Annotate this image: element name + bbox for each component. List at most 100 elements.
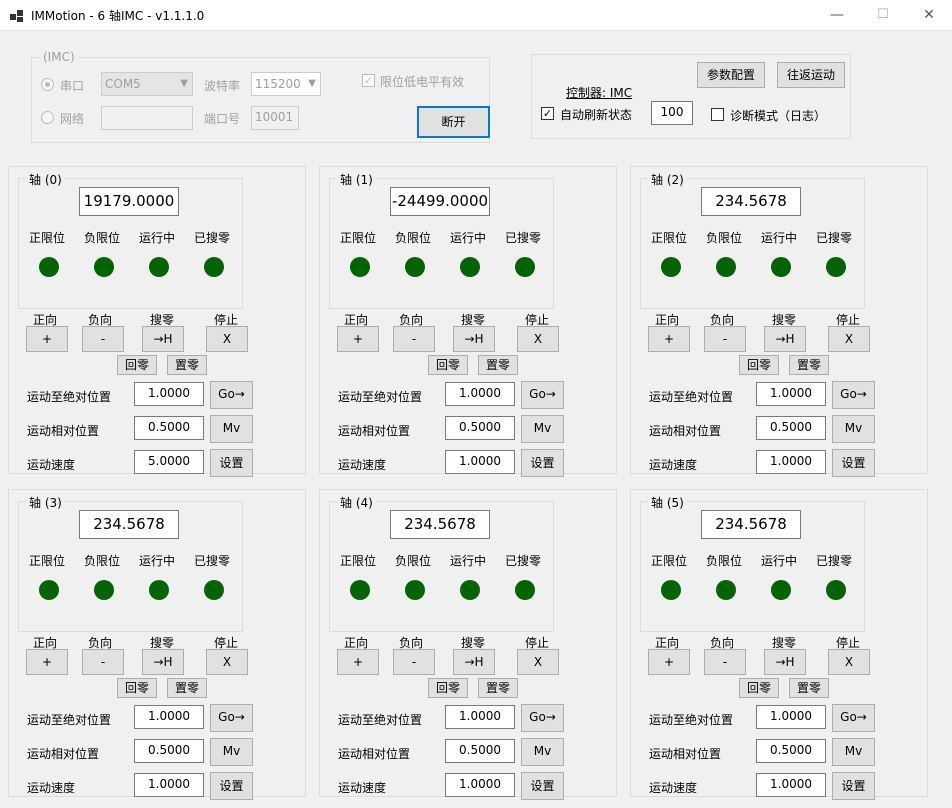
pos-limit-indicator <box>39 580 59 600</box>
move-relative-button[interactable]: Mv <box>521 415 564 443</box>
search-zero-button[interactable]: →H <box>142 649 184 675</box>
go-button[interactable]: Go→ <box>210 704 253 732</box>
baud-select[interactable]: 115200 ▼ <box>251 72 321 96</box>
minimize-button[interactable]: — <box>814 0 860 31</box>
axis-position: 234.5678 <box>79 510 179 539</box>
search-zero-button[interactable]: →H <box>764 649 806 675</box>
set-zero-button[interactable]: 置零 <box>478 678 518 698</box>
search-zero-button[interactable]: →H <box>453 326 495 352</box>
abs-move-label: 运动至绝对位置 <box>649 390 734 404</box>
return-zero-button[interactable]: 回零 <box>739 678 779 698</box>
set-zero-button[interactable]: 置零 <box>789 678 829 698</box>
axis-name: 轴 (3) <box>26 494 65 511</box>
network-radio[interactable] <box>41 111 54 124</box>
neg-limit-indicator <box>716 580 736 600</box>
return-zero-button[interactable]: 回零 <box>117 355 157 375</box>
rel-position-input[interactable]: 0.5000 <box>756 416 826 440</box>
abs-position-input[interactable]: 1.0000 <box>756 705 826 729</box>
jog-forward-button[interactable]: + <box>26 326 68 352</box>
return-zero-button[interactable]: 回零 <box>428 678 468 698</box>
speed-input[interactable]: 1.0000 <box>134 773 204 797</box>
rel-position-input[interactable]: 0.5000 <box>756 739 826 763</box>
jog-backward-button[interactable]: - <box>704 649 746 675</box>
auto-refresh-checkbox[interactable]: ✓ <box>541 107 554 120</box>
set-speed-button[interactable]: 设置 <box>832 449 875 477</box>
stop-button[interactable]: X <box>828 649 870 675</box>
close-button[interactable]: ✕ <box>906 0 952 31</box>
set-speed-button[interactable]: 设置 <box>521 449 564 477</box>
speed-input[interactable]: 1.0000 <box>756 773 826 797</box>
go-button[interactable]: Go→ <box>521 381 564 409</box>
jog-backward-button[interactable]: - <box>704 326 746 352</box>
set-zero-button[interactable]: 置零 <box>167 355 207 375</box>
port-label: 端口号 <box>204 112 241 126</box>
reciprocate-button[interactable]: 往返运动 <box>777 62 845 88</box>
move-relative-button[interactable]: Mv <box>210 738 253 766</box>
set-speed-button[interactable]: 设置 <box>832 772 875 800</box>
abs-move-label: 运动至绝对位置 <box>338 713 423 727</box>
jog-backward-button[interactable]: - <box>393 326 435 352</box>
limit-low-checkbox[interactable]: ✓ <box>362 74 375 87</box>
move-relative-button[interactable]: Mv <box>521 738 564 766</box>
set-zero-button[interactable]: 置零 <box>167 678 207 698</box>
stop-button[interactable]: X <box>206 649 248 675</box>
jog-forward-button[interactable]: + <box>648 649 690 675</box>
stop-button[interactable]: X <box>517 326 559 352</box>
jog-backward-button[interactable]: - <box>82 649 124 675</box>
abs-position-input[interactable]: 1.0000 <box>445 705 515 729</box>
set-zero-button[interactable]: 置零 <box>789 355 829 375</box>
jog-backward-button[interactable]: - <box>82 326 124 352</box>
jog-forward-button[interactable]: + <box>648 326 690 352</box>
stop-button[interactable]: X <box>517 649 559 675</box>
set-speed-button[interactable]: 设置 <box>521 772 564 800</box>
jog-backward-button[interactable]: - <box>393 649 435 675</box>
rel-position-input[interactable]: 0.5000 <box>445 739 515 763</box>
set-speed-button[interactable]: 设置 <box>210 772 253 800</box>
diag-mode-checkbox[interactable] <box>711 108 724 121</box>
rel-position-input[interactable]: 0.5000 <box>134 739 204 763</box>
serial-radio[interactable] <box>41 78 54 91</box>
speed-input[interactable]: 1.0000 <box>445 450 515 474</box>
stop-button[interactable]: X <box>206 326 248 352</box>
search-zero-button[interactable]: →H <box>142 326 184 352</box>
jog-forward-button[interactable]: + <box>337 326 379 352</box>
disconnect-button[interactable]: 断开 <box>417 106 490 138</box>
rel-position-input[interactable]: 0.5000 <box>134 416 204 440</box>
return-zero-button[interactable]: 回零 <box>428 355 468 375</box>
maximize-button[interactable]: ☐ <box>860 0 906 31</box>
go-button[interactable]: Go→ <box>832 704 875 732</box>
move-relative-button[interactable]: Mv <box>832 738 875 766</box>
stop-button[interactable]: X <box>828 326 870 352</box>
port-input[interactable]: 10001 <box>251 106 299 130</box>
search-zero-button[interactable]: →H <box>764 326 806 352</box>
param-config-button[interactable]: 参数配置 <box>697 62 765 88</box>
com-port-select[interactable]: COM5 ▼ <box>101 72 193 96</box>
return-zero-button[interactable]: 回零 <box>117 678 157 698</box>
move-relative-button[interactable]: Mv <box>832 415 875 443</box>
move-relative-button[interactable]: Mv <box>210 415 253 443</box>
go-button[interactable]: Go→ <box>521 704 564 732</box>
abs-position-input[interactable]: 1.0000 <box>134 382 204 406</box>
jog-forward-button[interactable]: + <box>26 649 68 675</box>
abs-position-input[interactable]: 1.0000 <box>756 382 826 406</box>
ip-address-input[interactable] <box>101 106 193 130</box>
set-zero-button[interactable]: 置零 <box>478 355 518 375</box>
speed-input[interactable]: 1.0000 <box>756 450 826 474</box>
running-label: 运行中 <box>450 554 487 568</box>
speed-input[interactable]: 1.0000 <box>445 773 515 797</box>
abs-position-input[interactable]: 1.0000 <box>445 382 515 406</box>
diag-mode-label: 诊断模式（日志） <box>730 109 827 123</box>
set-speed-button[interactable]: 设置 <box>210 449 253 477</box>
speed-input[interactable]: 5.0000 <box>134 450 204 474</box>
pos-limit-label: 正限位 <box>340 231 377 245</box>
jog-forward-button[interactable]: + <box>337 649 379 675</box>
refresh-interval-input[interactable]: 100 <box>651 101 693 125</box>
return-zero-button[interactable]: 回零 <box>739 355 779 375</box>
go-button[interactable]: Go→ <box>832 381 875 409</box>
rel-position-input[interactable]: 0.5000 <box>445 416 515 440</box>
search-zero-button[interactable]: →H <box>453 649 495 675</box>
homed-label: 已搜零 <box>194 554 231 568</box>
abs-position-input[interactable]: 1.0000 <box>134 705 204 729</box>
axis-name: 轴 (0) <box>26 171 65 188</box>
go-button[interactable]: Go→ <box>210 381 253 409</box>
